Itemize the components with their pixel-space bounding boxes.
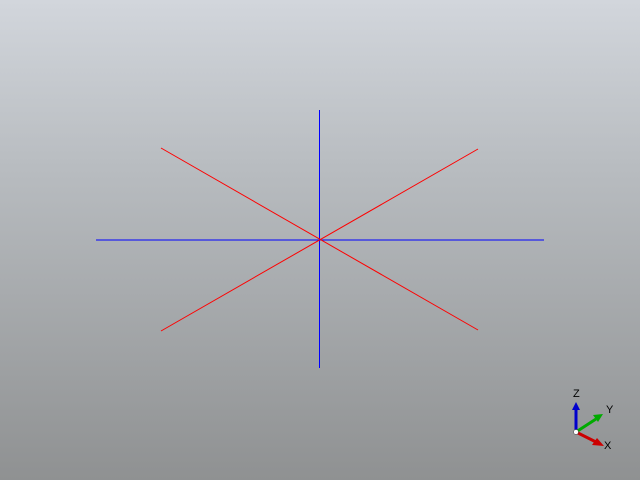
y-axis-label: Y	[606, 404, 614, 416]
scene-canvas[interactable]	[0, 0, 640, 480]
triad-origin	[573, 429, 579, 435]
z-axis-arrowhead	[572, 402, 580, 410]
y-axis-arrow	[575, 417, 597, 434]
axis-triad: Z Y X	[572, 388, 614, 452]
z-axis-label: Z	[573, 388, 580, 400]
3d-viewport[interactable]: Z Y X	[0, 0, 640, 480]
x-axis-arrow	[575, 430, 597, 444]
x-axis-label: X	[604, 440, 612, 452]
